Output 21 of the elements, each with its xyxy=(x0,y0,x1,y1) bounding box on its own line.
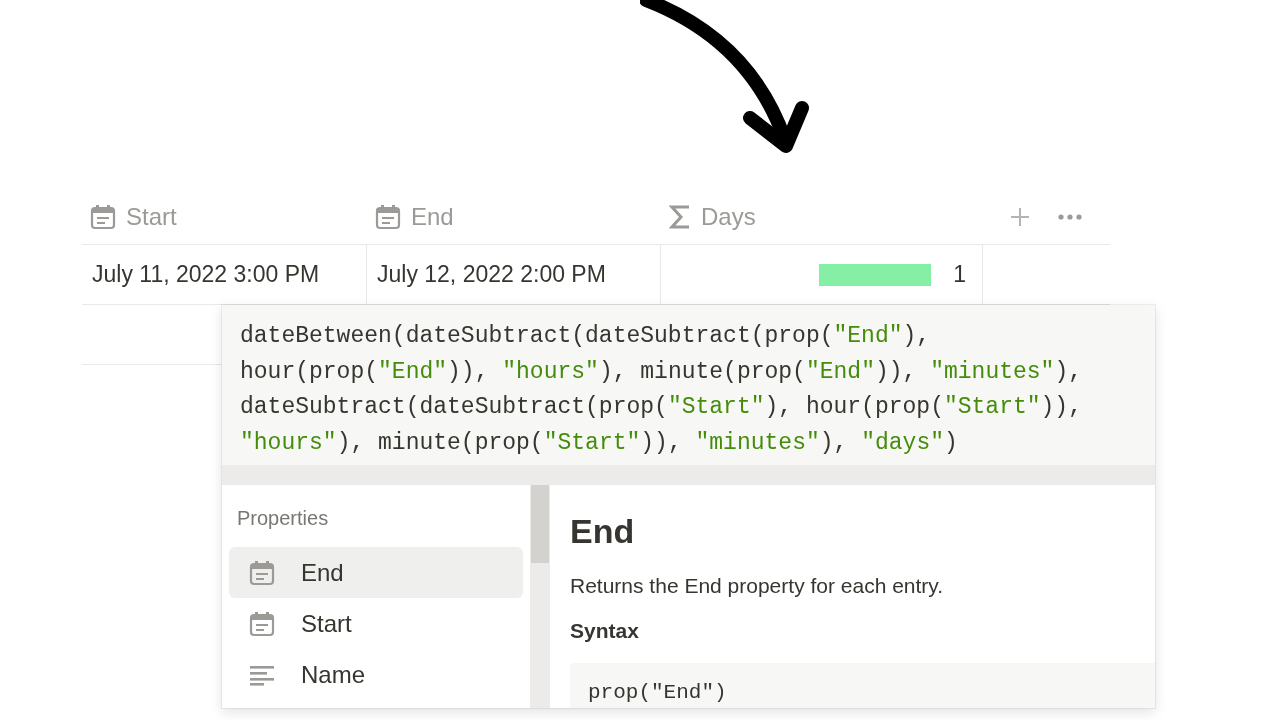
syntax-code: prop("End") xyxy=(570,662,1155,708)
table-cell-text: 1 xyxy=(953,260,966,290)
calendar-icon xyxy=(249,559,275,586)
property-item[interactable]: End xyxy=(229,547,523,598)
table-cell-text: July 11, 2022 3:00 PM xyxy=(92,260,320,290)
calendar-icon xyxy=(249,610,275,637)
calendar-icon xyxy=(375,204,401,230)
scrollbar-thumb[interactable] xyxy=(531,485,549,563)
formula-code[interactable]: dateBetween(dateSubtract(dateSubtract(prop("End"), hour(prop("End")), "hours"), minute(prop("End")), "minutes"), dateSubtract(dateSubtract(prop("Start"), hour(prop("Start")), "hours"), minute(prop("Start")), "minutes"), "days") xyxy=(222,305,1155,465)
table-cell-text: July 12, 2022 2:00 PM xyxy=(377,260,606,290)
syntax-heading: Syntax xyxy=(570,618,640,645)
property-item[interactable]: Start xyxy=(229,598,523,649)
detail-description: Returns the End property for each entry. xyxy=(570,572,945,599)
section-heading: Properties xyxy=(236,506,330,531)
text-lines-icon xyxy=(249,663,275,686)
calendar-icon xyxy=(90,204,116,230)
sigma-icon xyxy=(669,204,691,230)
property-item[interactable]: Name xyxy=(229,649,523,700)
add-icon[interactable] xyxy=(1010,207,1030,227)
more-options-icon[interactable] xyxy=(1058,214,1082,220)
detail-title: End xyxy=(570,511,636,552)
